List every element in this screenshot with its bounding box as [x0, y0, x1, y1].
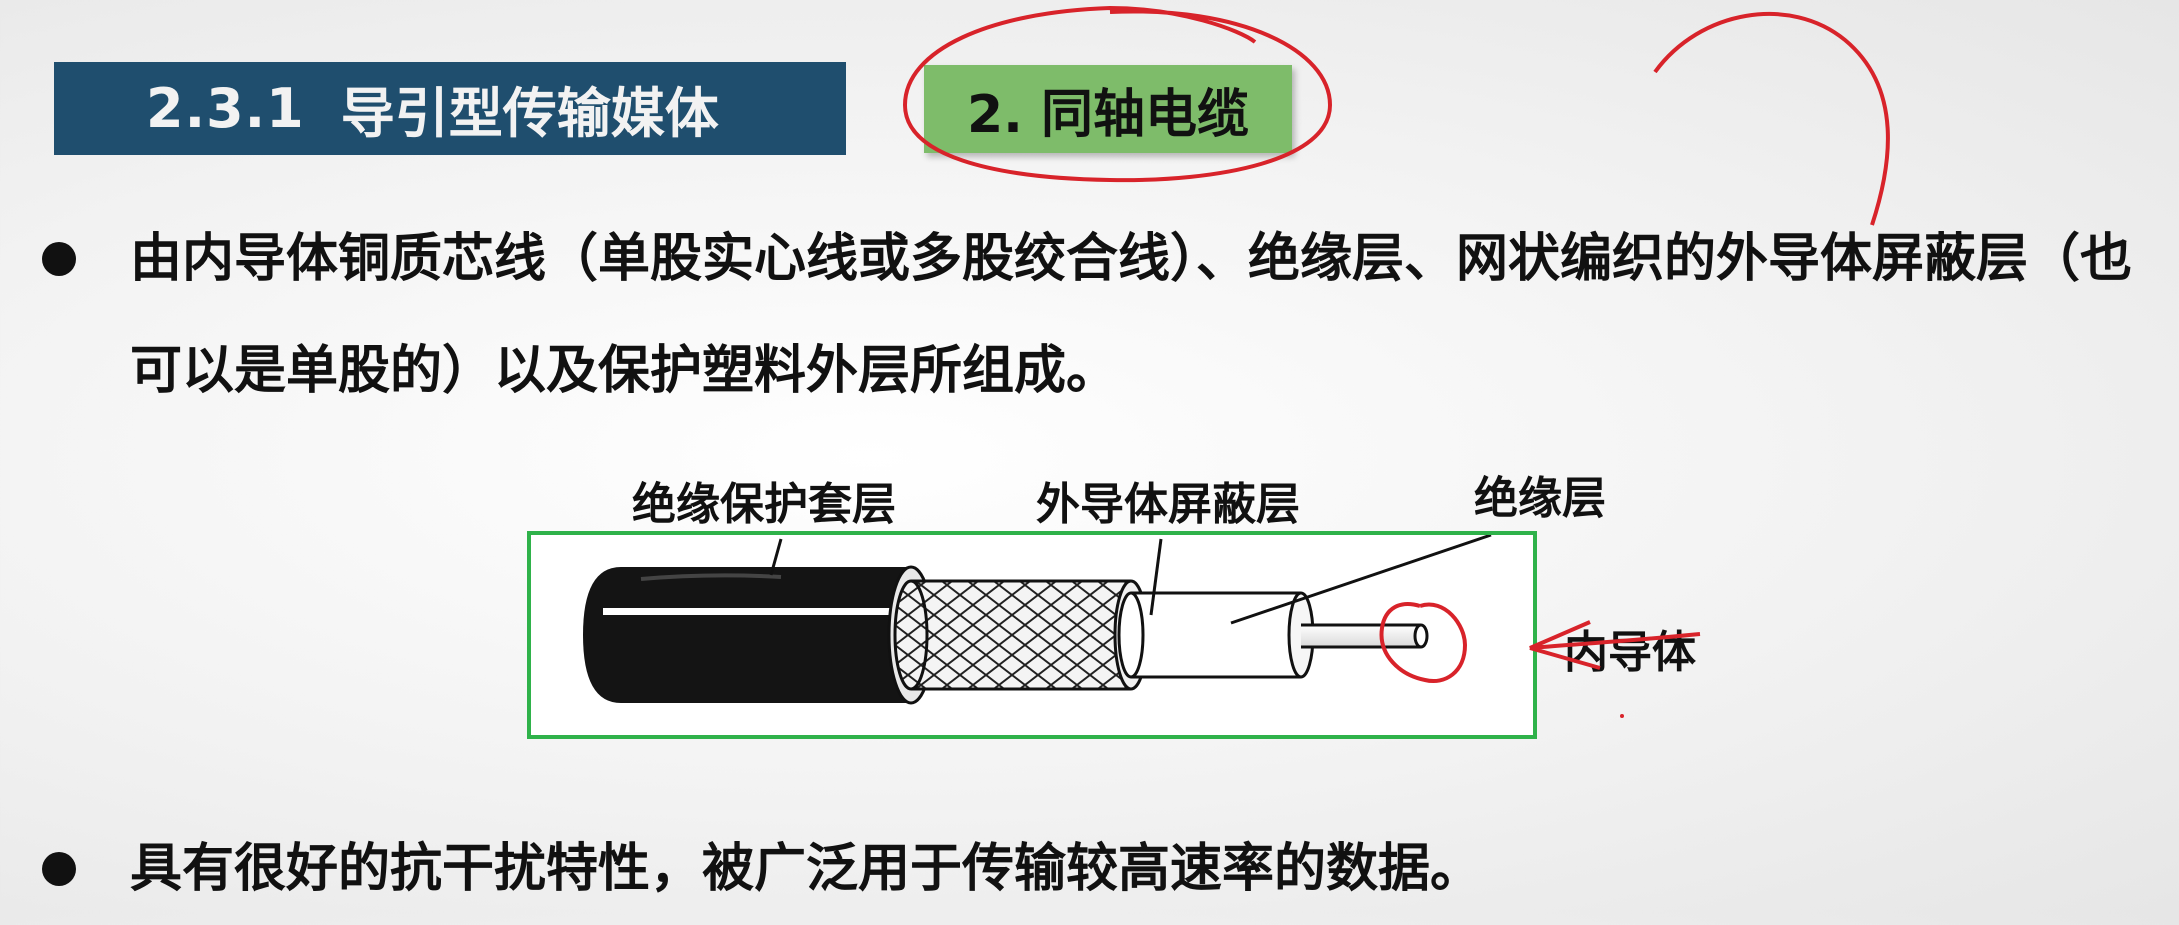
coaxial-cable-illustration — [583, 535, 1492, 705]
annotation-curve — [1653, 12, 1890, 226]
label-jacket: 绝缘保护套层 — [632, 479, 896, 530]
topic-tag: 2. 同轴电缆 — [924, 65, 1292, 153]
inner-conductor-end — [1413, 623, 1429, 649]
section-header: 2.3.1 导引型传输媒体 — [54, 62, 846, 155]
shield-braid — [911, 581, 1131, 689]
label-shield: 外导体屏蔽层 — [1036, 479, 1300, 530]
jacket-shape — [583, 567, 911, 703]
inner-conductor — [1301, 625, 1421, 647]
section-title: 导引型传输媒体 — [340, 82, 719, 145]
bullet-item-1: 由内导体铜质芯线（单股实心线或多股绞合线）、绝缘层、网状编织的外导体屏蔽层（也可… — [42, 203, 2152, 427]
coaxial-cable-diagram — [527, 531, 1537, 739]
insulation — [1131, 593, 1301, 677]
bullet-text-2: 具有很好的抗干扰特性，被广泛用于传输较高速率的数据。 — [130, 839, 1483, 899]
label-inner-conductor: 内导体 — [1564, 627, 1696, 678]
bullet-text-1: 由内导体铜质芯线（单股实心线或多股绞合线）、绝缘层、网状编织的外导体屏蔽层（也可… — [130, 229, 2133, 401]
label-insulation: 绝缘层 — [1474, 473, 1606, 524]
bullet-dot-icon — [42, 242, 76, 276]
section-number: 2.3.1 — [146, 77, 305, 140]
bullet-item-2: 具有很好的抗干扰特性，被广泛用于传输较高速率的数据。 — [42, 813, 2152, 925]
jacket-stripe — [603, 608, 903, 615]
bullet-dot-icon — [42, 852, 76, 886]
